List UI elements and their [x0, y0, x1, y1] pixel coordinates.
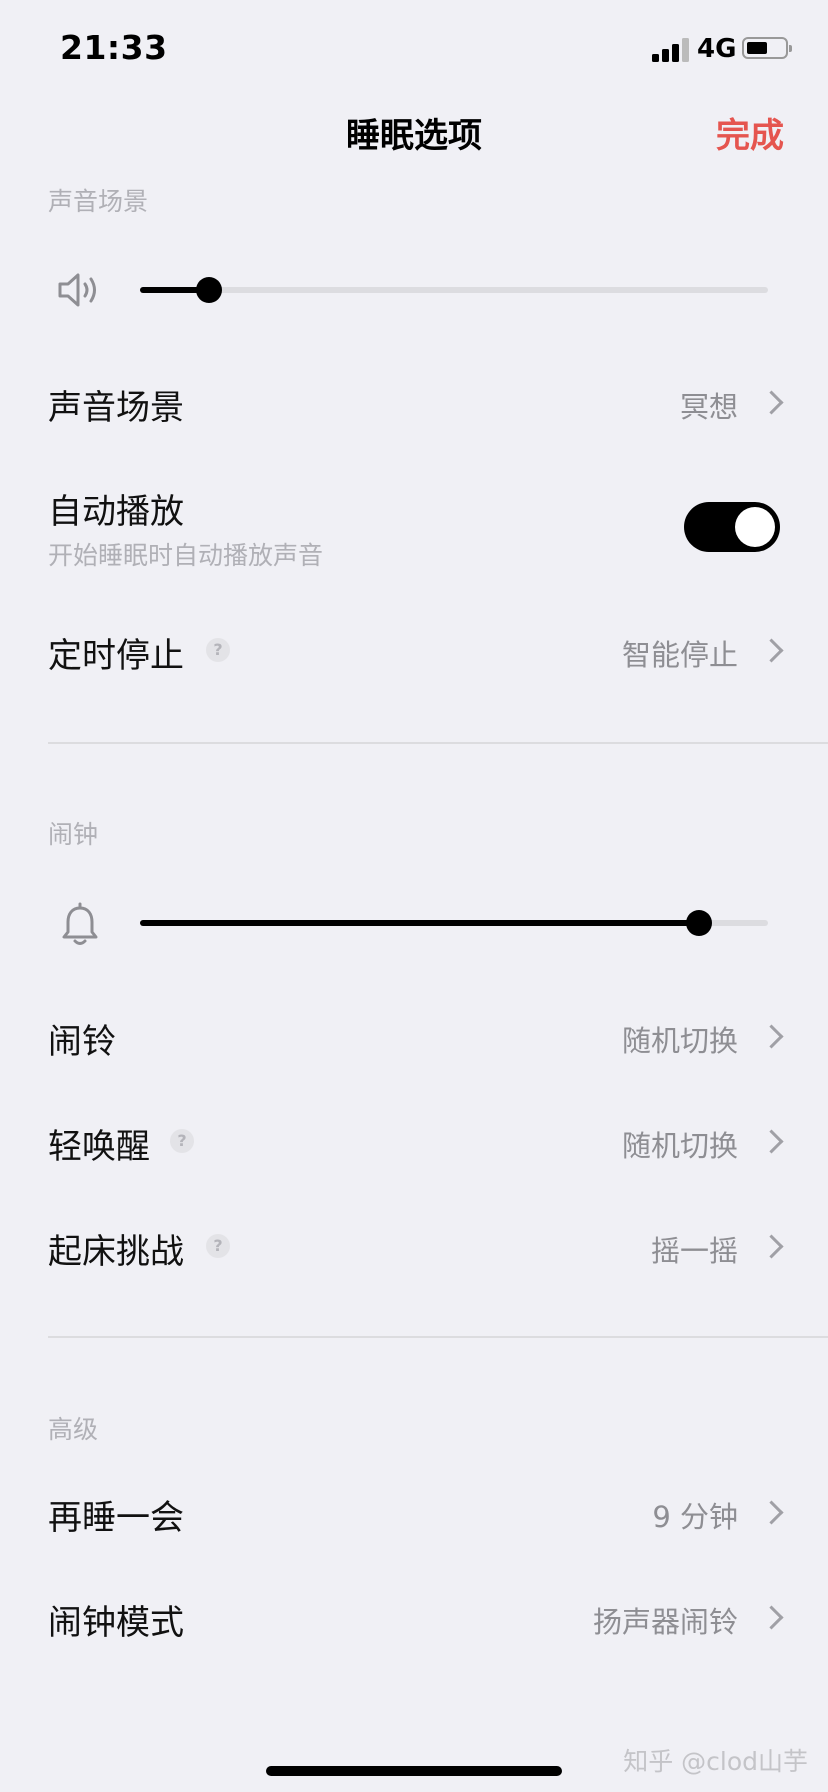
row-label: 起床挑战 — [48, 1232, 184, 1272]
row-value: 9 分钟 — [652, 1500, 738, 1534]
alarm-volume-thumb[interactable] — [685, 910, 712, 936]
chevron-right-icon — [759, 1234, 784, 1259]
signal-icon — [652, 36, 692, 62]
toggle-knob — [735, 507, 775, 547]
section-header-advanced: 高级 — [48, 1415, 99, 1444]
help-icon[interactable]: ? — [206, 638, 230, 662]
sound-volume-thumb[interactable] — [196, 277, 223, 303]
divider — [48, 742, 828, 744]
speaker-icon — [56, 270, 104, 310]
alarm-volume-fill — [140, 920, 699, 926]
row-value: 扬声器闹铃 — [592, 1605, 738, 1639]
page-title: 睡眠选项 — [346, 116, 482, 156]
row-label: 闹钟模式 — [48, 1603, 184, 1643]
section-header-sound: 声音场景 — [48, 187, 149, 216]
row-value: 冥想 — [679, 390, 738, 424]
home-indicator[interactable] — [266, 1766, 562, 1776]
row-label: 定时停止 — [48, 636, 184, 676]
help-icon[interactable]: ? — [170, 1129, 194, 1153]
section-header-alarm: 闹钟 — [48, 820, 99, 849]
row-wake-challenge[interactable]: 起床挑战 ? 摇一摇 — [0, 1210, 828, 1280]
chevron-right-icon — [759, 1500, 784, 1525]
row-timer-stop[interactable]: 定时停止 ? 智能停止 — [0, 614, 828, 684]
row-subtitle-autoplay: 开始睡眠时自动播放声音 — [48, 541, 324, 570]
row-value: 摇一摇 — [650, 1234, 738, 1268]
row-label: 再睡一会 — [48, 1498, 184, 1538]
row-label: 轻唤醒 — [48, 1127, 150, 1167]
chevron-right-icon — [759, 638, 784, 663]
network-type: 4G — [697, 34, 737, 64]
chevron-right-icon — [759, 390, 784, 415]
help-icon[interactable]: ? — [206, 1234, 230, 1258]
row-sound-scene[interactable]: 声音场景 冥想 — [0, 366, 828, 436]
row-value: 随机切换 — [621, 1024, 738, 1058]
row-alarm-mode[interactable]: 闹钟模式 扬声器闹铃 — [0, 1581, 828, 1651]
row-label: 闹铃 — [48, 1022, 116, 1062]
alarm-volume-slider[interactable] — [140, 910, 768, 936]
row-snooze[interactable]: 再睡一会 9 分钟 — [0, 1476, 828, 1546]
row-value: 随机切换 — [621, 1129, 738, 1163]
divider — [48, 1336, 828, 1338]
autoplay-toggle[interactable] — [684, 502, 780, 552]
bell-icon — [58, 902, 102, 948]
done-button[interactable]: 完成 — [716, 108, 784, 157]
row-alarm-sound[interactable]: 闹铃 随机切换 — [0, 1000, 828, 1070]
chevron-right-icon — [759, 1605, 784, 1630]
row-label-autoplay: 自动播放 — [48, 492, 184, 532]
row-value: 智能停止 — [621, 638, 738, 672]
chevron-right-icon — [759, 1129, 784, 1154]
chevron-right-icon — [759, 1024, 784, 1049]
sound-volume-slider[interactable] — [140, 277, 768, 303]
row-label: 声音场景 — [48, 388, 184, 428]
watermark: 知乎 @clod山芋 — [623, 1747, 808, 1776]
battery-icon — [742, 37, 792, 59]
status-time: 21:33 — [60, 28, 168, 67]
row-gentle-wake[interactable]: 轻唤醒 ? 随机切换 — [0, 1105, 828, 1175]
